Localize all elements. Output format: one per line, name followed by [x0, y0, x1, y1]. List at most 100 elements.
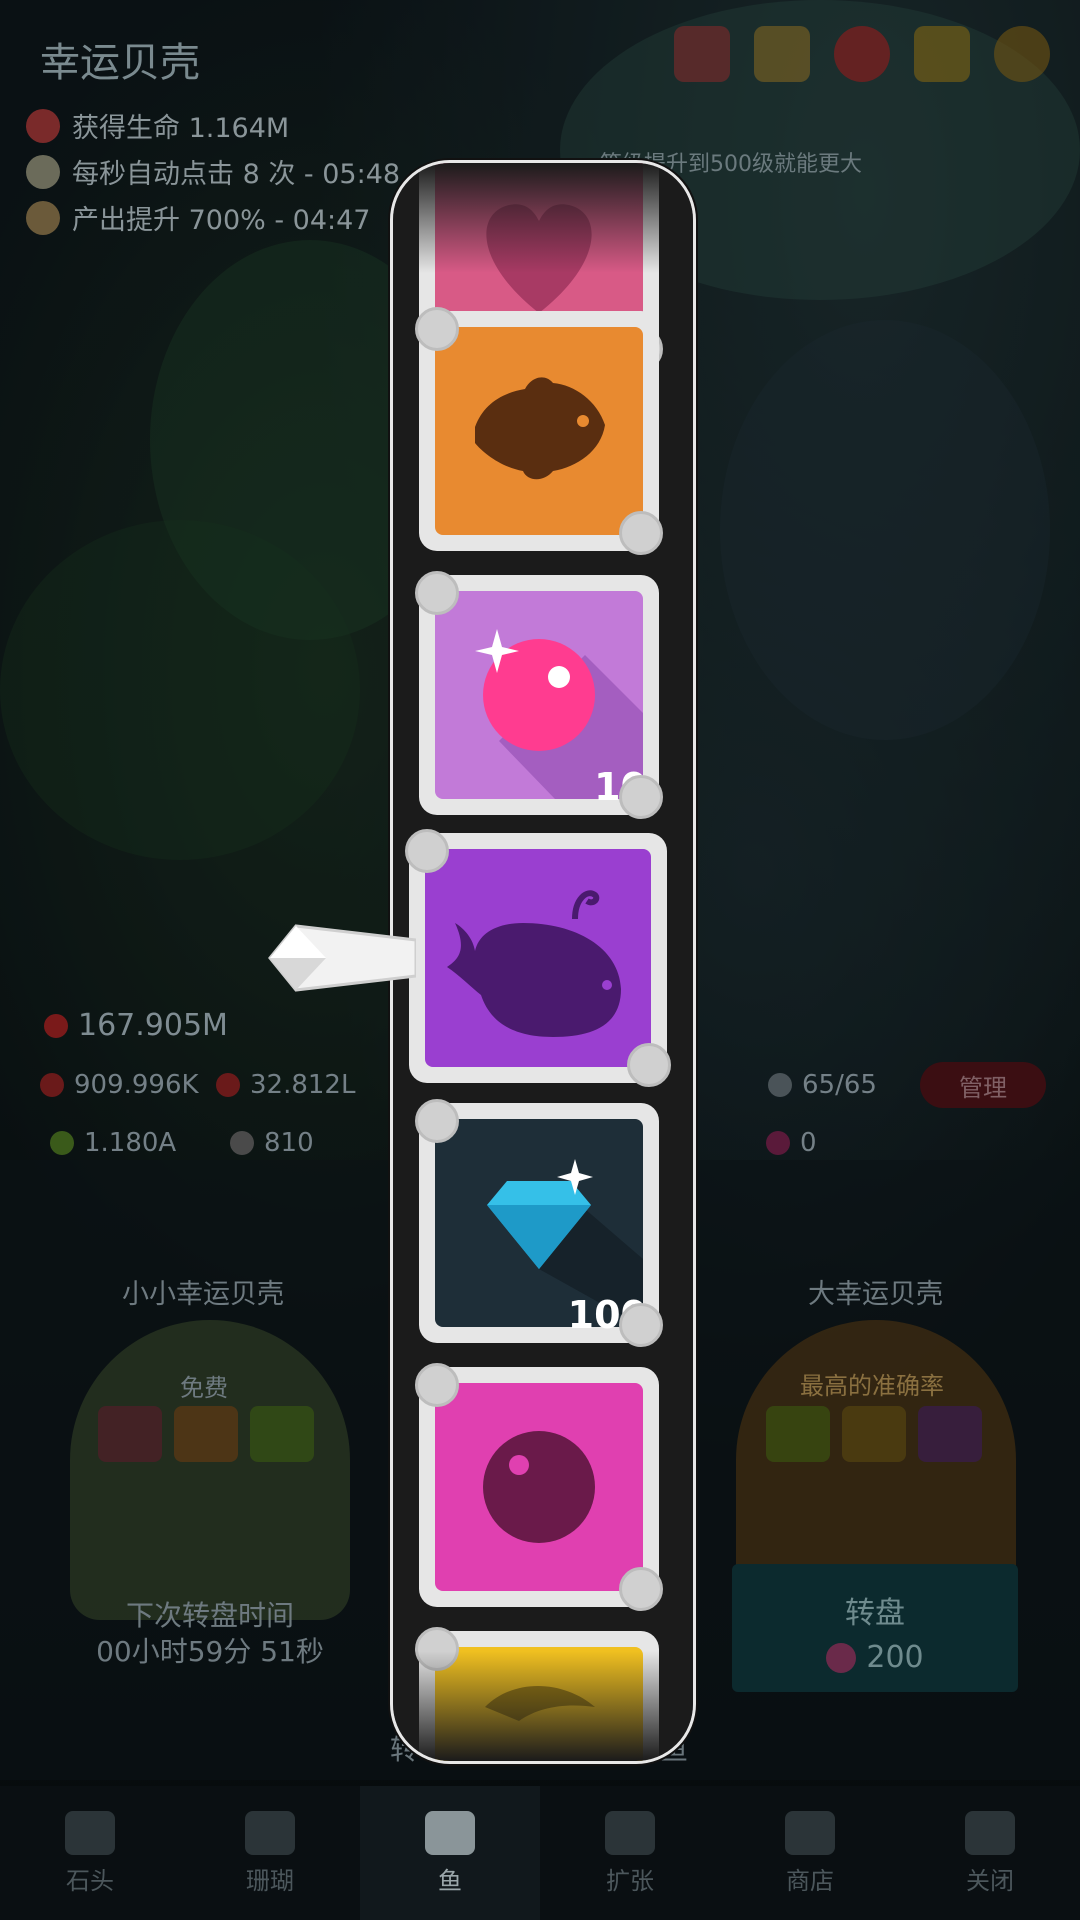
- per-tap-value: 909.996K: [74, 1070, 199, 1100]
- next-spin-time: 00小时59分 51秒: [96, 1635, 324, 1668]
- big-shell-title: 大幸运贝壳: [808, 1279, 943, 1310]
- fish-icon: [425, 1810, 475, 1855]
- nav-item-expand[interactable]: 扩张: [540, 1786, 720, 1920]
- bottom-nav: 石头 珊瑚 鱼 扩张 商店 关闭: [0, 1786, 1080, 1920]
- next-spin-label: 下次转盘时间: [125, 1599, 294, 1632]
- trophy-ribbon-icon[interactable]: [754, 26, 810, 82]
- buff-life: 获得生命 1.164M: [26, 106, 289, 145]
- fish-count-value: 65/65: [802, 1070, 877, 1100]
- nav-item-rock[interactable]: 石头: [0, 1786, 180, 1920]
- shell-corner-icon: [619, 511, 663, 555]
- reel-fade-bottom: [393, 1651, 693, 1761]
- nav-item-close[interactable]: 关闭: [900, 1786, 1080, 1920]
- small-shell-slots: [98, 1406, 314, 1462]
- nav-item-shop[interactable]: 商店: [720, 1786, 900, 1920]
- shell-corner-icon: [619, 1303, 663, 1347]
- spin-label: 转盘: [845, 1596, 905, 1631]
- leaf-icon: [50, 1131, 74, 1155]
- boost-icon: [26, 200, 60, 235]
- rock-icon: [65, 1810, 115, 1855]
- shell-corner-icon: [415, 1363, 459, 1407]
- fish-count-stat: 65/65: [768, 1070, 877, 1100]
- coral-icon: [245, 1810, 295, 1855]
- nav-label: 鱼: [438, 1866, 462, 1895]
- tap-heart-icon: [40, 1073, 64, 1097]
- mini-turtle-slot-2: [766, 1406, 830, 1462]
- shell-corner-icon: [619, 775, 663, 819]
- pearl-stat: 0: [766, 1128, 817, 1158]
- top-right-toolbar: [674, 26, 1050, 82]
- clock-heart-icon: [216, 1073, 240, 1097]
- magenta-pearl-tile: [415, 1363, 663, 1611]
- close-down-icon: [965, 1810, 1015, 1855]
- mini-fish-slot: [174, 1406, 238, 1462]
- pearl-coin-icon: [826, 1642, 857, 1673]
- nav-label: 石头: [66, 1866, 114, 1895]
- shell-corner-icon: [415, 1099, 459, 1143]
- spin-cost: 200: [732, 1640, 1018, 1675]
- per-sec-stat: 32.812L: [216, 1070, 355, 1100]
- shell-corner-icon: [415, 571, 459, 615]
- mini-turtle-slot: [250, 1406, 314, 1462]
- heart-icon: [44, 1013, 68, 1038]
- alert-icon[interactable]: [834, 26, 890, 82]
- clownfish-icon: [475, 377, 605, 480]
- pearl-value: 0: [800, 1128, 817, 1158]
- auto-click-icon: [26, 154, 60, 189]
- expand-icon: [605, 1810, 655, 1855]
- buff-boost: 产出提升 700% - 04:47: [26, 198, 371, 237]
- buff-life-text: 获得生命 1.164M: [72, 113, 290, 144]
- big-shell-subtitle: 最高的准确率: [800, 1372, 944, 1400]
- whale-icon: [447, 890, 621, 1037]
- diamond-tile: 100: [415, 1099, 663, 1347]
- magenta-pearl-tile-face: [435, 1383, 643, 1591]
- shop-cart-icon: [785, 1810, 835, 1855]
- swirl-icon: [766, 1131, 790, 1155]
- per-sec-value: 32.812L: [250, 1070, 356, 1100]
- buff-autoclick-text: 每秒自动点击 8 次 - 05:48: [72, 159, 401, 190]
- life-stat: 167.905M: [44, 1008, 228, 1043]
- heart-shell-icon: [26, 108, 60, 143]
- settings-gear-icon[interactable]: [994, 26, 1050, 82]
- spin-cost-value: 200: [866, 1640, 924, 1675]
- mini-heart-slot: [98, 1406, 162, 1462]
- mini-whale-slot: [918, 1406, 982, 1462]
- manage-button[interactable]: 管理: [920, 1062, 1046, 1108]
- whale-tile-face: [425, 849, 651, 1067]
- spin-button[interactable]: 转盘 200: [732, 1564, 1018, 1692]
- cup-icon[interactable]: [914, 26, 970, 82]
- per-tap-stat: 909.996K: [40, 1070, 199, 1100]
- photo-icon[interactable]: [674, 26, 730, 82]
- food-box-icon: [230, 1131, 254, 1155]
- big-shell-slots: [766, 1406, 982, 1462]
- nav-label: 商店: [786, 1866, 834, 1895]
- small-shell-title: 小小幸运贝壳: [122, 1279, 284, 1310]
- shell-corner-icon: [415, 307, 459, 351]
- reel-pointer-icon: [268, 924, 416, 992]
- mini-dolphin-slot: [842, 1406, 906, 1462]
- nav-label: 珊瑚: [246, 1866, 294, 1895]
- life-value: 167.905M: [78, 1008, 228, 1043]
- nav-item-fish[interactable]: 鱼: [360, 1786, 540, 1920]
- food-stat: 1.180A: [50, 1128, 176, 1158]
- buff-autoclick: 每秒自动点击 8 次 - 05:48: [26, 152, 400, 191]
- whale-tile-selected: [405, 829, 671, 1087]
- reel-fade-top: [393, 163, 693, 273]
- slot-reel: 100: [390, 160, 696, 1764]
- fish-icon: [768, 1073, 792, 1097]
- shell-corner-icon: [627, 1043, 671, 1087]
- fish-food-value: 810: [264, 1128, 314, 1158]
- clownfish-tile-face: [435, 327, 643, 535]
- nav-label: 扩张: [606, 1866, 654, 1895]
- nav-label: 关闭: [966, 1866, 1014, 1895]
- next-spin-info: 下次转盘时间 00小时59分 51秒: [95, 1598, 325, 1670]
- small-shell-free: 免费: [180, 1374, 228, 1402]
- pearl-icon: [483, 1431, 595, 1543]
- reel-strip: 100: [393, 163, 693, 1761]
- small-lucky-shell[interactable]: [70, 1320, 350, 1620]
- fish-food-stat: 810: [230, 1128, 314, 1158]
- buff-boost-text: 产出提升 700% - 04:47: [72, 205, 371, 236]
- page-title: 幸运贝壳: [40, 40, 200, 86]
- clownfish-tile: [415, 307, 663, 555]
- nav-item-coral[interactable]: 珊瑚: [180, 1786, 360, 1920]
